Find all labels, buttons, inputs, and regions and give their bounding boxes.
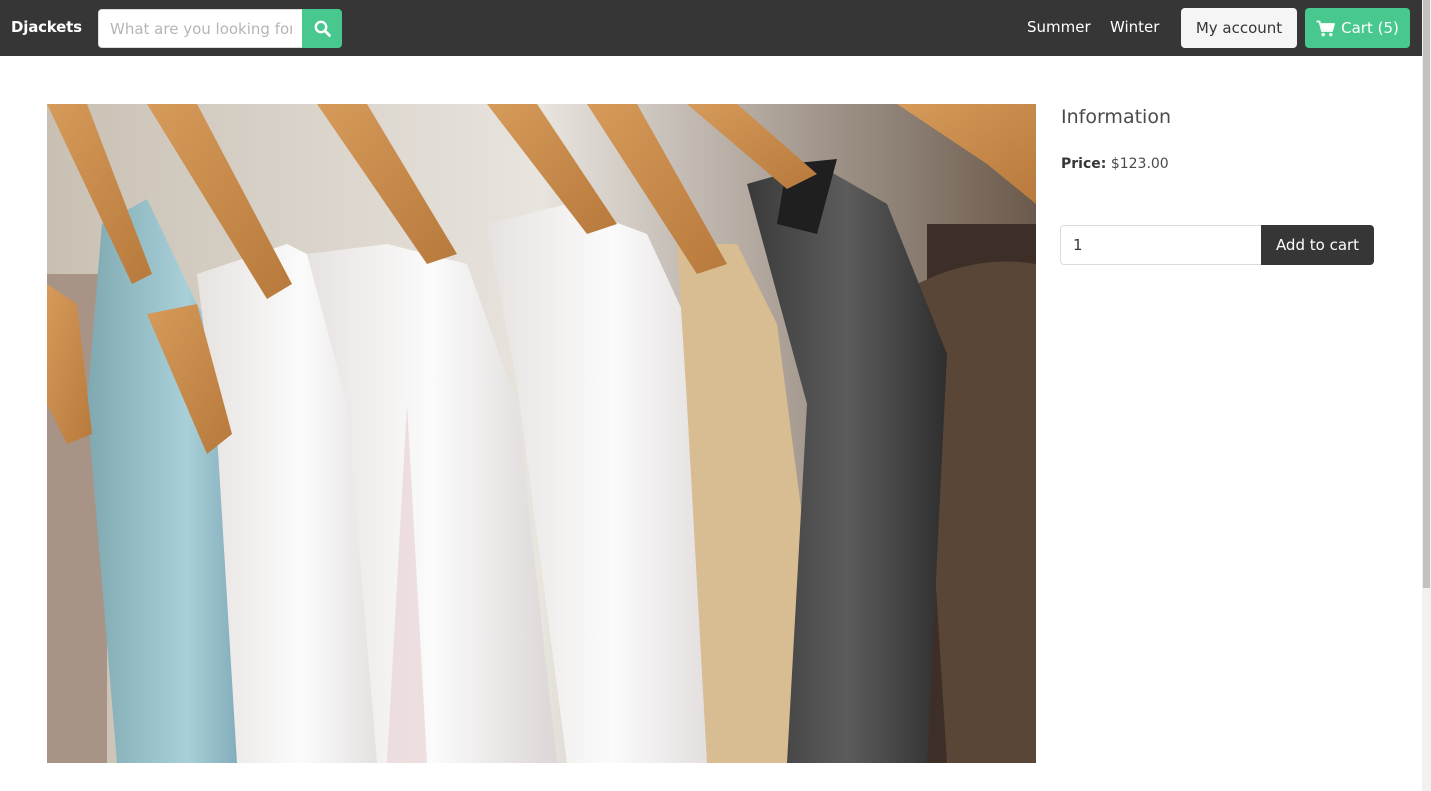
shopping-cart-icon (1316, 20, 1336, 36)
quantity-input[interactable] (1060, 225, 1262, 265)
search-icon (314, 20, 331, 37)
my-account-button[interactable]: My account (1181, 8, 1297, 48)
search-input[interactable] (98, 9, 303, 48)
information-heading: Information (1061, 106, 1171, 128)
price-value: $123.00 (1110, 156, 1169, 172)
cart-button[interactable]: Cart (5) (1305, 8, 1410, 48)
clothes-rack-photo (47, 104, 1036, 763)
scrollbar-thumb[interactable] (1423, 0, 1430, 588)
search-button[interactable] (302, 9, 342, 48)
brand-logo[interactable]: Djackets (11, 18, 82, 36)
nav-link-summer[interactable]: Summer (1027, 18, 1091, 36)
cart-button-label: Cart (5) (1341, 19, 1399, 37)
nav-link-winter[interactable]: Winter (1110, 18, 1159, 36)
product-image (47, 104, 1036, 763)
price-line: Price: $123.00 (1061, 156, 1169, 172)
top-navbar: Djackets Summer Winter My account Cart (… (0, 0, 1422, 56)
page-scrollbar[interactable] (1422, 0, 1431, 791)
price-label: Price: (1061, 156, 1107, 172)
add-to-cart-button[interactable]: Add to cart (1261, 225, 1374, 265)
